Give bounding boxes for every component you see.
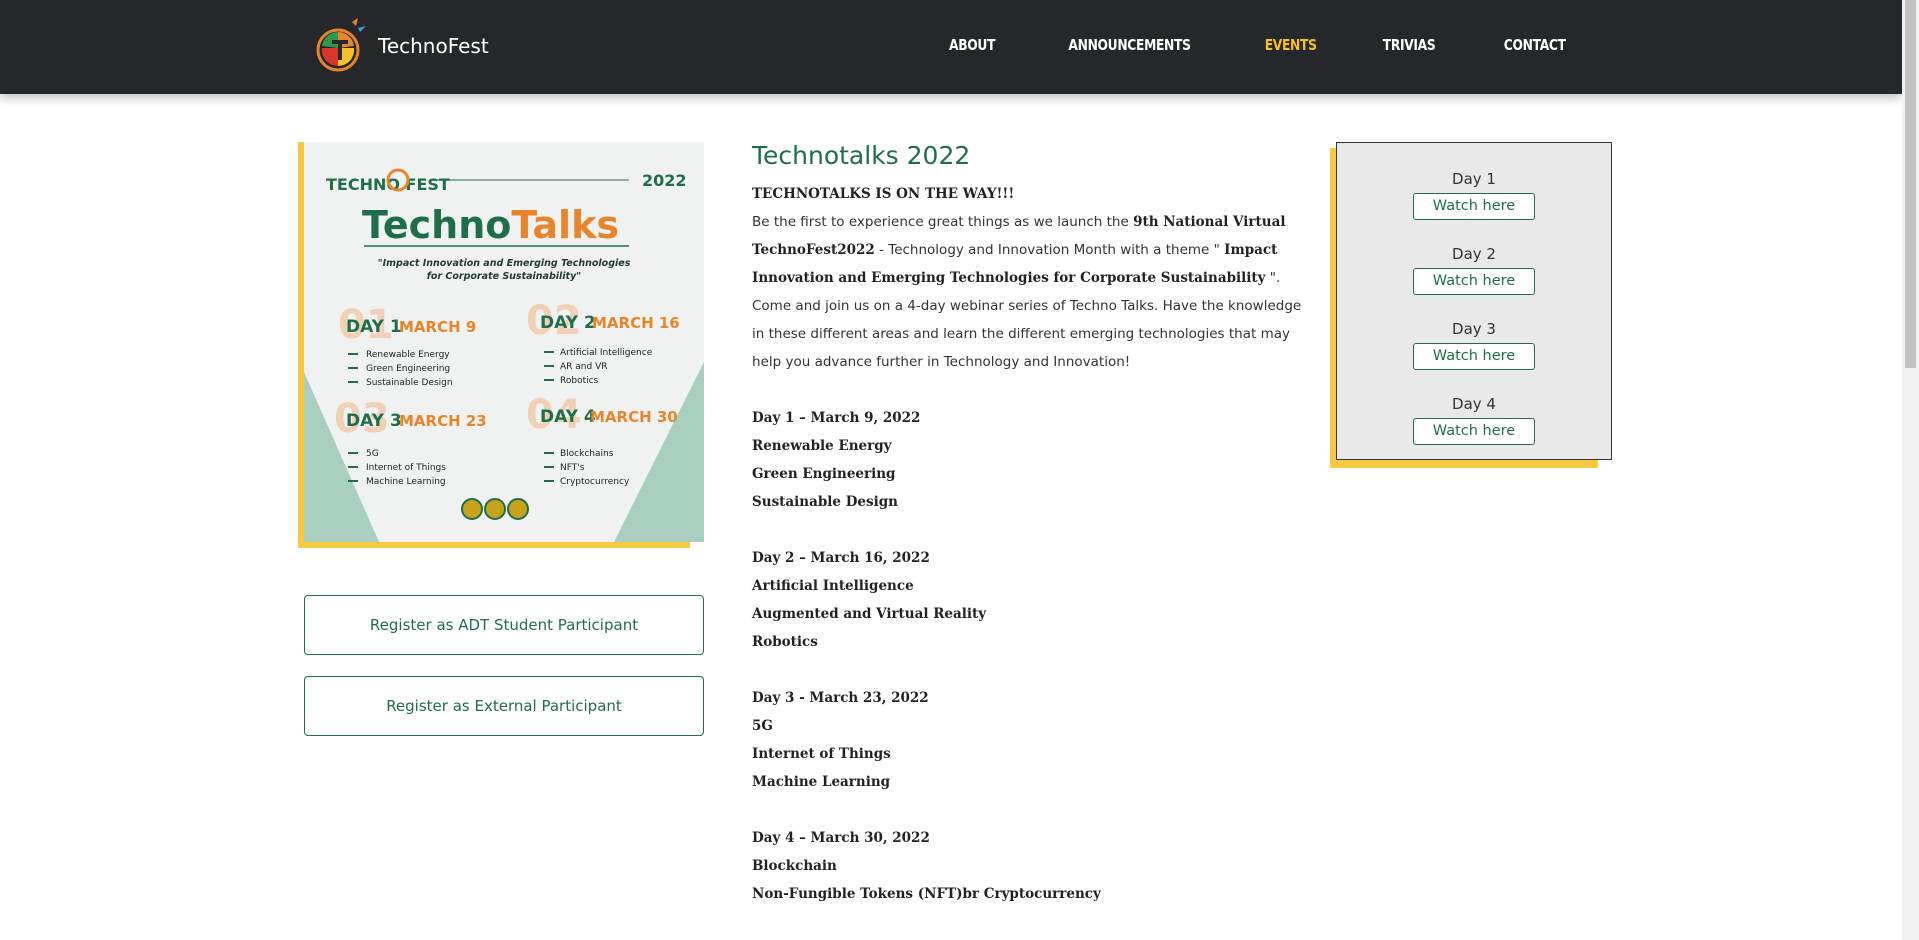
- schedule-heading: Day 4 – March 30, 2022: [752, 830, 930, 846]
- schedule-topic: Renewable Energy: [752, 438, 892, 454]
- schedule-day-1: Day 1 – March 9, 2022 Renewable Energy G…: [752, 404, 1307, 516]
- poster-card: TECHNO FEST 2022 TechnoTalks "Impact Inn…: [298, 142, 704, 548]
- svg-text:Artificial Intelligence: Artificial Intelligence: [560, 348, 653, 358]
- svg-text:NFT's: NFT's: [560, 463, 585, 473]
- svg-text:AR and VR: AR and VR: [560, 362, 607, 372]
- nav-announcements[interactable]: ANNOUNCEMENTS: [1068, 36, 1191, 54]
- svg-text:MARCH 30: MARCH 30: [590, 408, 678, 426]
- watch-day-4-button[interactable]: Watch here: [1413, 418, 1535, 445]
- schedule-topic: Internet of Things: [752, 746, 891, 762]
- watch-day-3: Day 3 Watch here: [1337, 319, 1611, 370]
- watch-day-1: Day 1 Watch here: [1337, 169, 1611, 220]
- poster-day-1: 01 DAY 1 MARCH 9 Renewable Energy Green …: [338, 302, 476, 388]
- watch-day-3-button[interactable]: Watch here: [1413, 343, 1535, 370]
- svg-text:DAY 4: DAY 4: [540, 407, 596, 427]
- svg-text:Sustainable Design: Sustainable Design: [366, 378, 453, 388]
- svg-text:Green Engineering: Green Engineering: [366, 364, 450, 374]
- schedule-topic: Green Engineering: [752, 466, 896, 482]
- poster-seals: [461, 498, 529, 520]
- article-headline: TECHNOTALKS IS ON THE WAY!!!: [752, 186, 1015, 202]
- poster-day-3: 03 DAY 3 MARCH 23 5G Internet of Things …: [334, 396, 487, 487]
- svg-text:MARCH 9: MARCH 9: [399, 318, 476, 336]
- nav-trivias[interactable]: TRIVIAS: [1383, 36, 1436, 54]
- schedule-day-3: Day 3 - March 23, 2022 5G Internet of Th…: [752, 684, 1307, 796]
- schedule-heading: Day 1 – March 9, 2022: [752, 410, 921, 426]
- schedule-topic: Augmented and Virtual Reality: [752, 606, 987, 622]
- svg-text:MARCH 16: MARCH 16: [592, 314, 680, 332]
- brand-name: TechnoFest: [378, 34, 489, 58]
- poster-theme-line-1: "Impact Innovation and Emerging Technolo…: [378, 258, 631, 269]
- watch-day-1-button[interactable]: Watch here: [1413, 193, 1535, 220]
- watch-day-4: Day 4 Watch here: [1337, 394, 1611, 445]
- poster-title-techno: Techno: [362, 203, 511, 247]
- brand[interactable]: TechnoFest: [312, 16, 489, 76]
- schedule-heading: Day 2 – March 16, 2022: [752, 550, 930, 566]
- page-scrollbar[interactable]: [1902, 0, 1919, 940]
- register-external-button[interactable]: Register as External Participant: [304, 676, 704, 736]
- article: Technotalks 2022 TECHNOTALKS IS ON THE W…: [752, 140, 1307, 908]
- schedule-topic: Blockchain: [752, 858, 837, 874]
- poster-day-2: 02 DAY 2 MARCH 16 Artificial Intelligenc…: [526, 298, 680, 386]
- nav-events[interactable]: EVENTS: [1265, 36, 1317, 54]
- poster-year: 2022: [642, 171, 687, 190]
- svg-text:MARCH 23: MARCH 23: [399, 412, 487, 430]
- nav-about[interactable]: ABOUT: [949, 36, 995, 54]
- svg-text:Renewable Energy: Renewable Energy: [366, 350, 450, 360]
- watch-day-label: Day 3: [1452, 320, 1496, 338]
- schedule-topic: Artificial Intelligence: [752, 578, 914, 594]
- schedule-topic: Robotics: [752, 634, 818, 650]
- main-nav: ABOUT ANNOUNCEMENTS EVENTS TRIVIAS CONTA…: [889, 0, 1572, 90]
- watch-day-label: Day 1: [1452, 170, 1496, 188]
- schedule-topic: Non-Fungible Tokens (NFT)br Cryptocurren…: [752, 886, 1101, 902]
- article-intro-2: Come and join us on a 4-day webinar seri…: [752, 298, 1302, 370]
- poster-title-talks: Talks: [511, 203, 619, 247]
- svg-text:Robotics: Robotics: [560, 376, 599, 386]
- svg-text:DAY 2: DAY 2: [540, 313, 596, 333]
- schedule-topic: Sustainable Design: [752, 494, 898, 510]
- schedule-day-4: Day 4 – March 30, 2022 Blockchain Non-Fu…: [752, 824, 1307, 908]
- schedule-topic: 5G: [752, 718, 773, 734]
- watch-day-label: Day 2: [1452, 245, 1496, 263]
- svg-text:DAY 1: DAY 1: [346, 317, 402, 337]
- svg-text:5G: 5G: [366, 449, 379, 459]
- watch-day-2-button[interactable]: Watch here: [1413, 268, 1535, 295]
- poster-title: TechnoTalks: [362, 203, 619, 247]
- watch-box: Day 1 Watch here Day 2 Watch here Day 3 …: [1336, 142, 1612, 460]
- article-title: Technotalks 2022: [752, 141, 971, 170]
- article-intro: Be the first to experience great things …: [752, 214, 1286, 286]
- technotalks-poster: TECHNO FEST 2022 TechnoTalks "Impact Inn…: [304, 142, 704, 542]
- poster-theme-line-2: for Corporate Sustainability": [427, 271, 581, 282]
- svg-text:Blockchains: Blockchains: [560, 449, 614, 459]
- watch-panel: Day 1 Watch here Day 2 Watch here Day 3 …: [1330, 142, 1612, 468]
- poster-graphic: TECHNO FEST 2022 TechnoTalks "Impact Inn…: [304, 168, 704, 542]
- watch-day-label: Day 4: [1452, 395, 1496, 413]
- scrollbar-thumb[interactable]: [1905, 0, 1916, 368]
- register-student-button[interactable]: Register as ADT Student Participant: [304, 595, 704, 655]
- svg-text:Machine Learning: Machine Learning: [366, 477, 446, 487]
- nav-contact[interactable]: CONTACT: [1503, 36, 1565, 54]
- watch-day-2: Day 2 Watch here: [1337, 244, 1611, 295]
- schedule-heading: Day 3 - March 23, 2022: [752, 690, 929, 706]
- schedule-day-2: Day 2 – March 16, 2022 Artificial Intell…: [752, 544, 1307, 656]
- schedule-topic: Machine Learning: [752, 774, 891, 790]
- svg-text:Internet of Things: Internet of Things: [366, 463, 446, 473]
- technofest-logo-icon: [316, 18, 366, 72]
- poster-fest-logo: TECHNO FEST: [326, 168, 450, 194]
- site-header: TechnoFest ABOUT ANNOUNCEMENTS EVENTS TR…: [0, 0, 1902, 94]
- svg-text:DAY 3: DAY 3: [346, 411, 402, 431]
- svg-text:Cryptocurrency: Cryptocurrency: [560, 477, 630, 487]
